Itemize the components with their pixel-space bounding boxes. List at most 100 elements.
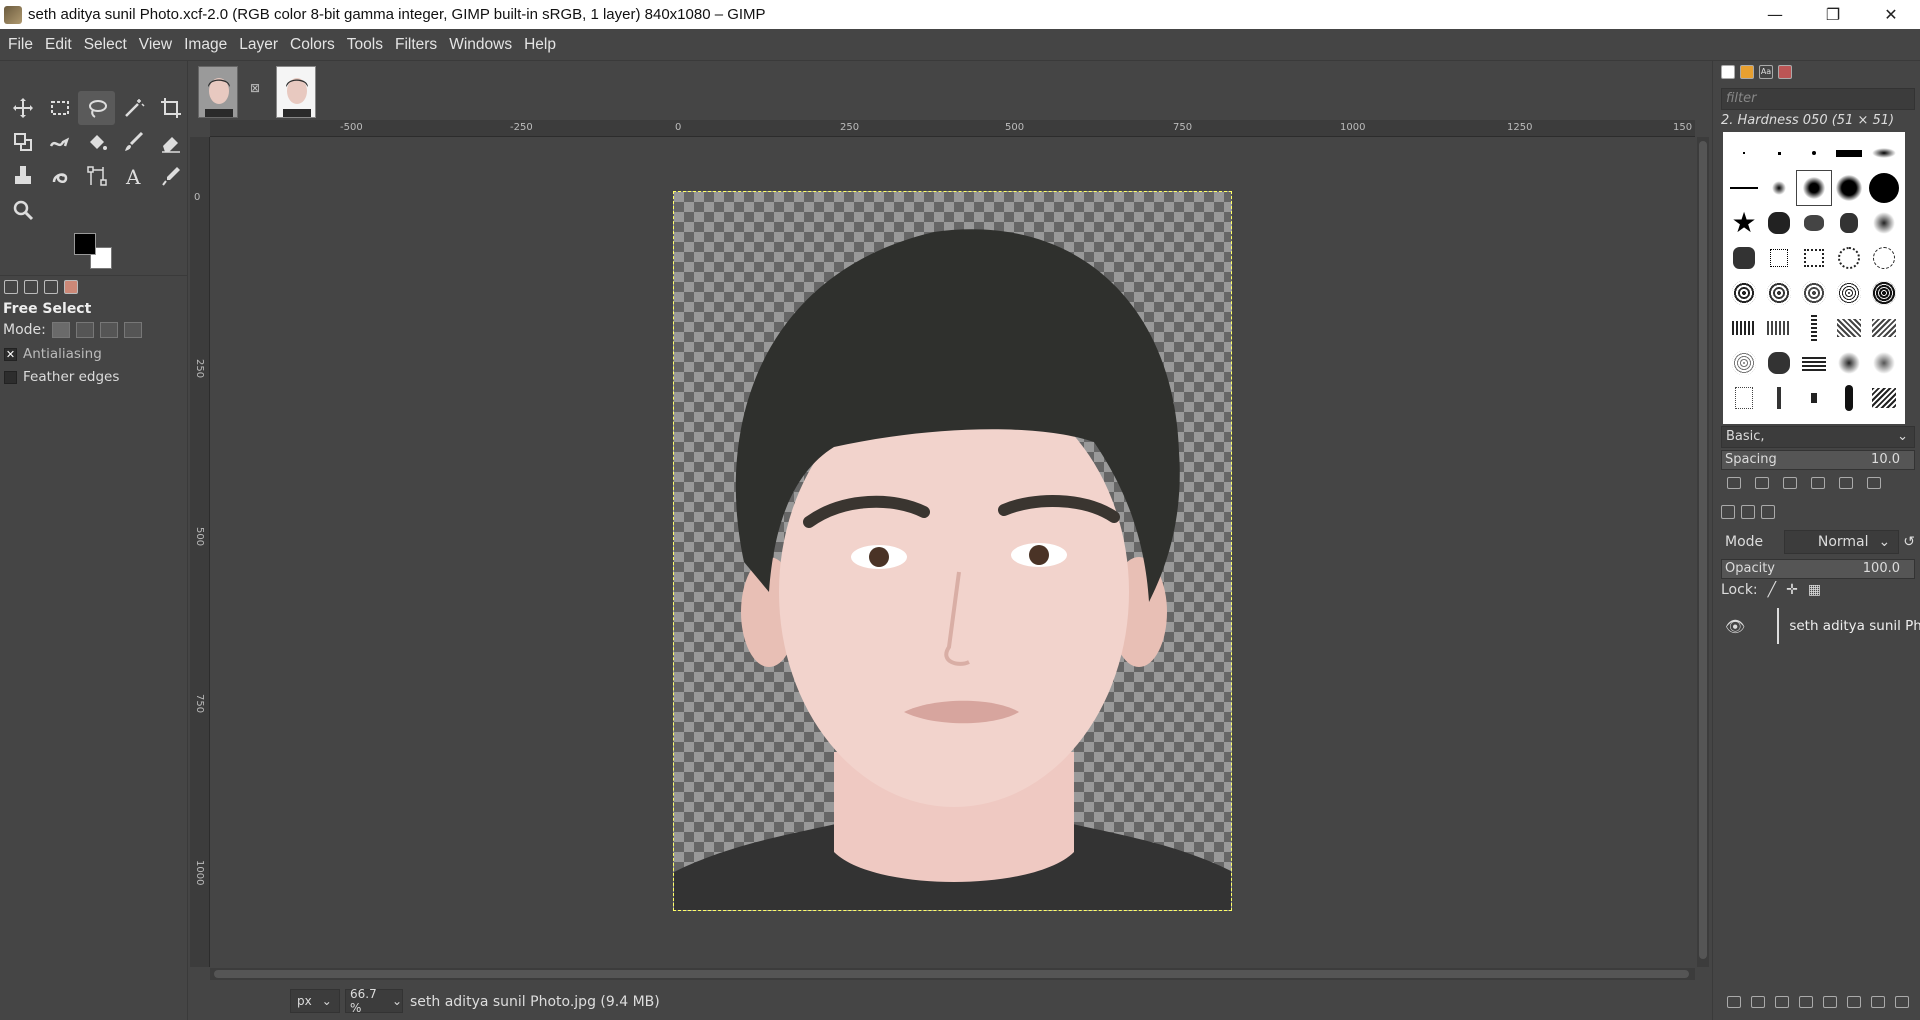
menu-view[interactable]: View [133,36,178,54]
menu-file[interactable]: File [2,36,39,54]
foreground-color-swatch[interactable] [74,233,96,255]
menu-colors[interactable]: Colors [284,36,341,54]
new-layer-group-icon[interactable] [1751,996,1765,1008]
new-brush-icon[interactable] [1755,477,1769,489]
smudge-icon[interactable] [41,159,78,193]
scrollbar-thumb[interactable] [1699,141,1707,959]
scrollbar-thumb[interactable] [214,970,1689,978]
brush-item[interactable] [1727,276,1761,310]
brush-item[interactable] [1762,276,1796,310]
brush-item[interactable] [1867,241,1901,275]
rect-select-icon[interactable] [41,91,78,125]
menu-tools[interactable]: Tools [341,36,389,54]
warp-icon[interactable] [41,125,78,159]
brush-filter-input[interactable]: filter [1721,88,1915,110]
color-picker-icon[interactable] [152,159,189,193]
brush-item[interactable] [1762,381,1796,415]
brush-item[interactable] [1762,171,1796,205]
mode-reset-icon[interactable]: ↺ [1903,534,1915,550]
layer-item[interactable]: 👁 seth aditya sunil Photo.jpg [1721,606,1920,646]
brush-item[interactable] [1867,311,1901,345]
horizontal-scrollbar[interactable] [210,968,1695,980]
brush-item[interactable] [1867,276,1901,310]
document-history-tab-icon[interactable] [1778,65,1792,79]
brush-item[interactable] [1727,171,1761,205]
maximize-button[interactable]: ❐ [1804,0,1862,29]
paintbrush-icon[interactable] [115,125,152,159]
edit-brush-icon[interactable] [1727,477,1741,489]
brush-item[interactable] [1797,381,1831,415]
brush-item[interactable] [1832,136,1866,170]
lock-alpha-icon[interactable]: ▦ [1808,582,1821,598]
feather-edges-checkbox[interactable] [4,370,17,384]
delete-brush-icon[interactable] [1811,477,1825,489]
move-icon[interactable] [4,91,41,125]
brush-item[interactable] [1797,311,1831,345]
brush-tag-select[interactable]: Basic, ⌄ [1721,426,1915,448]
brush-item[interactable] [1832,311,1866,345]
zoom-select[interactable]: 66.7 % ⌄ [345,987,403,1015]
brush-item[interactable] [1867,346,1901,380]
images-tab-icon[interactable] [64,279,78,294]
close-tab-icon[interactable]: ⊠ [250,81,260,95]
mode-subtract-button[interactable] [99,322,118,338]
layer-opacity-slider[interactable]: Opacity 100.0 [1721,559,1915,579]
paths-icon[interactable] [78,159,115,193]
horizontal-ruler[interactable]: -500 -250 0 250 500 750 1000 1250 150 [210,120,1695,137]
brush-item[interactable] [1797,241,1831,275]
paths-tab-icon[interactable] [1761,505,1775,519]
brush-item[interactable] [1867,171,1901,205]
brush-item[interactable] [1832,241,1866,275]
brush-item[interactable] [1762,206,1796,240]
close-button[interactable]: ✕ [1862,0,1920,29]
delete-layer-icon[interactable] [1895,996,1909,1008]
layer-mask-icon[interactable] [1871,996,1885,1008]
free-select-icon[interactable] [78,91,115,125]
new-layer-icon[interactable] [1727,996,1741,1008]
text-icon[interactable]: A [115,159,152,193]
zoom-icon[interactable] [4,193,41,227]
layer-name[interactable]: seth aditya sunil Photo.jpg [1789,618,1920,634]
brush-item[interactable] [1832,346,1866,380]
menu-help[interactable]: Help [518,36,562,54]
brush-item[interactable] [1797,346,1831,380]
image-layer-portrait[interactable] [673,191,1232,911]
eraser-icon[interactable] [152,125,189,159]
brush-item[interactable] [1727,136,1761,170]
mode-replace-button[interactable] [51,322,70,338]
patterns-tab-icon[interactable] [1740,65,1754,79]
brush-item[interactable] [1762,136,1796,170]
brush-item[interactable] [1762,346,1796,380]
antialiasing-checkbox[interactable]: ✕ [4,347,17,361]
channels-tab-icon[interactable] [1741,505,1755,519]
lock-pixels-icon[interactable]: ╱ [1768,582,1776,598]
image-canvas[interactable] [210,137,1695,967]
brush-item[interactable] [1727,241,1761,275]
brush-item[interactable] [1867,381,1901,415]
crop-icon[interactable] [152,91,189,125]
minimize-button[interactable]: — [1746,0,1804,29]
duplicate-layer-icon[interactable] [1823,996,1837,1008]
tool-options-tab-icon[interactable] [4,279,18,294]
brush-item[interactable] [1797,206,1831,240]
unit-select[interactable]: px ⌄ [290,989,340,1013]
device-status-tab-icon[interactable] [24,279,38,294]
brush-item[interactable] [1727,346,1761,380]
brush-item[interactable] [1832,381,1866,415]
vertical-ruler[interactable]: 0 250 500 750 1000 [190,137,210,967]
bucket-fill-icon[interactable] [78,125,115,159]
mode-add-button[interactable] [75,322,94,338]
merge-layer-icon[interactable] [1847,996,1861,1008]
brush-item[interactable] [1832,171,1866,205]
brushes-tab-icon[interactable] [1721,65,1735,79]
brush-item[interactable] [1762,311,1796,345]
brush-grid[interactable]: ★ [1723,132,1905,424]
feather-edges-option[interactable]: Feather edges [4,369,119,385]
brush-item[interactable] [1867,136,1901,170]
fuzzy-select-icon[interactable] [115,91,152,125]
lock-position-icon[interactable]: ✛ [1786,582,1798,598]
clone-icon[interactable] [4,159,41,193]
undo-history-tab-icon[interactable] [44,279,58,294]
eye-visibility-icon[interactable]: 👁 [1725,617,1745,636]
open-brush-folder-icon[interactable] [1867,477,1881,489]
